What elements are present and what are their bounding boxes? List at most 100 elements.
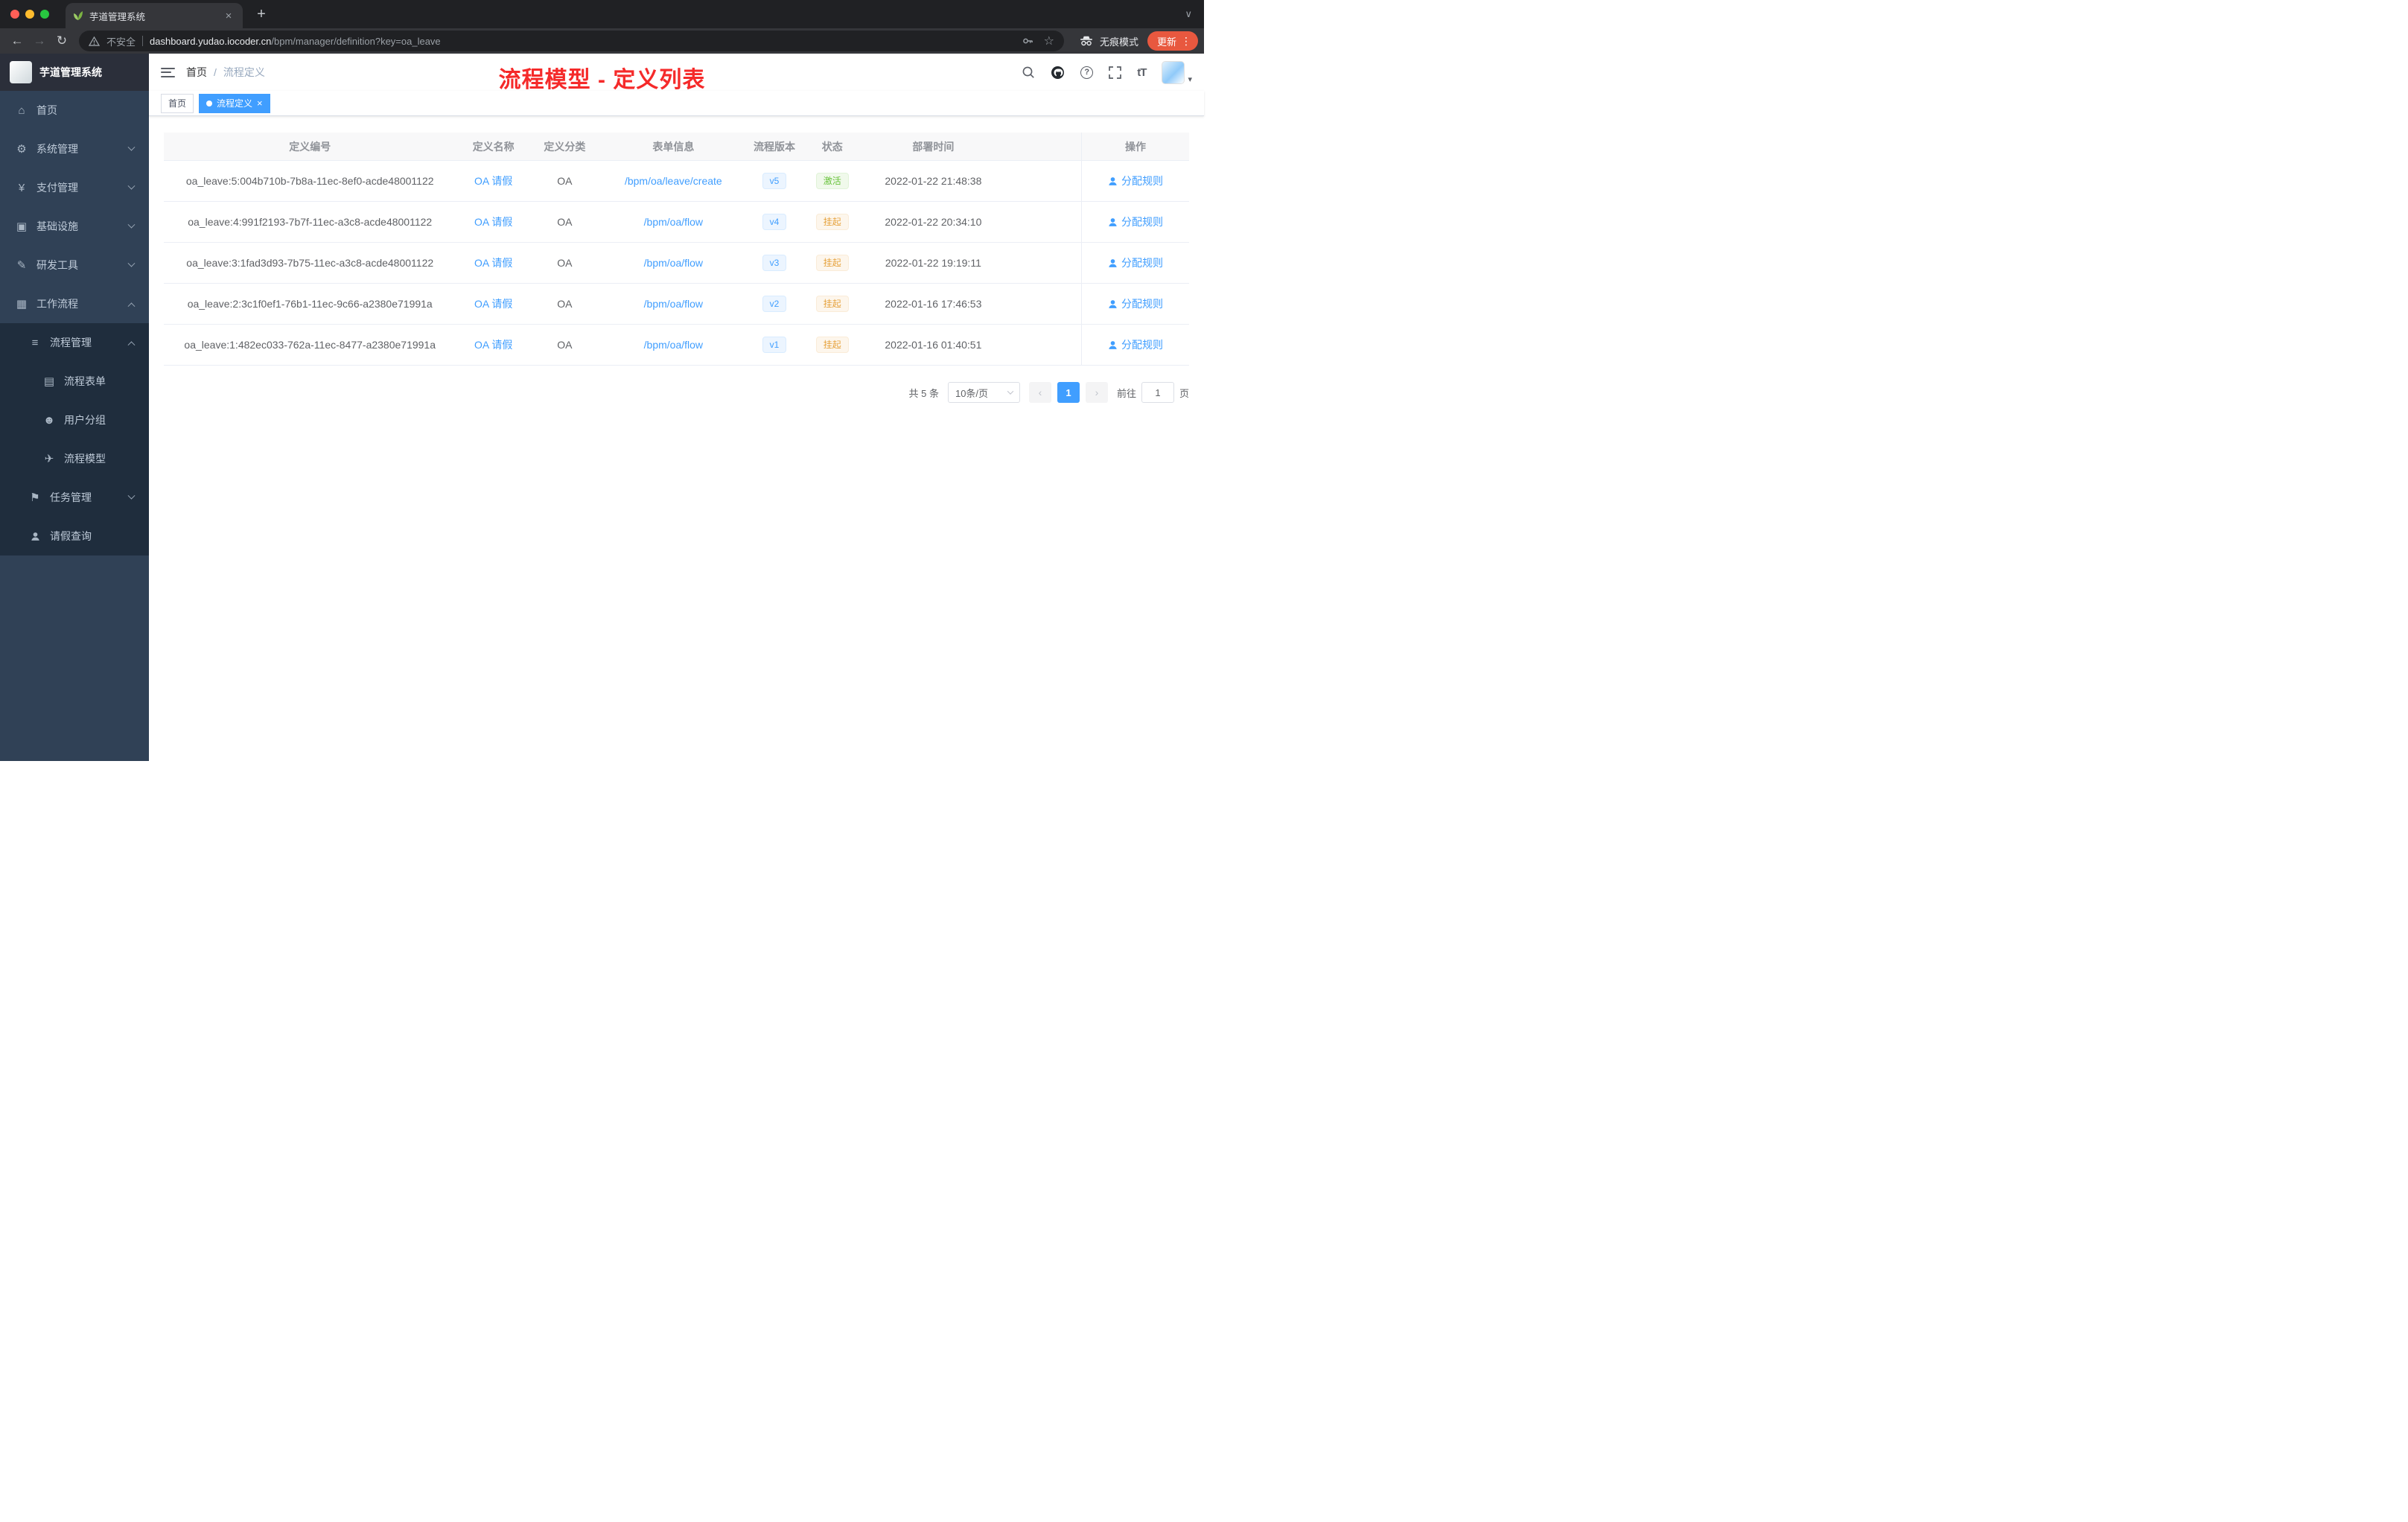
sidebar-item-task-management[interactable]: ⚑ 任务管理 [0,478,149,517]
app-title: 芋道管理系统 [39,66,102,78]
page-size-select[interactable]: 10条/页 [947,382,1020,403]
cell-deploy-time: 2022-01-22 21:48:38 [885,175,982,187]
browser-menu-icon[interactable]: ⋮ [1181,35,1191,48]
definition-name-link[interactable]: OA 请假 [474,175,512,187]
password-key-icon[interactable] [1022,35,1034,47]
breadcrumb-home[interactable]: 首页 [186,65,207,80]
new-tab-button[interactable]: + [250,6,273,23]
sidebar-item-payment-management[interactable]: ¥ 支付管理 [0,168,149,207]
chevron-down-icon [127,220,136,229]
status-badge: 挂起 [815,214,849,230]
sidebar-item-infrastructure[interactable]: ▣ 基础设施 [0,207,149,246]
breadcrumb: 首页 / 流程定义 [186,65,265,80]
fullscreen-icon[interactable] [1109,66,1122,79]
assign-rule-link[interactable]: 分配规则 [1108,173,1163,188]
assign-rule-link[interactable]: 分配规则 [1108,255,1163,270]
incognito-icon [1080,36,1092,46]
breadcrumb-separator: / [214,66,217,78]
forward-icon[interactable]: → [28,34,51,48]
sidebar-item-process-management[interactable]: ≡ 流程管理 [0,323,149,362]
github-icon[interactable] [1051,66,1065,80]
assign-rule-link[interactable]: 分配规则 [1108,337,1163,352]
tags-view-bar: 首页 流程定义 × [149,91,1204,116]
sidebar-item-system-management[interactable]: ⚙ 系统管理 [0,130,149,168]
user-menu[interactable]: ▾ [1162,60,1192,84]
person-icon [1109,217,1117,226]
definition-name-link[interactable]: OA 请假 [474,257,512,269]
col-definition-name: 定义名称 [472,140,515,153]
bookmark-star-icon[interactable]: ☆ [1044,34,1054,48]
form-info-link[interactable]: /bpm/oa/flow [644,216,703,228]
form-info-link[interactable]: /bpm/oa/flow [644,257,703,269]
tag-home[interactable]: 首页 [161,93,194,113]
prev-page-button[interactable]: ‹ [1028,382,1051,403]
update-browser-button[interactable]: 更新 ⋮ [1147,31,1198,51]
page-number-button[interactable]: 1 [1057,382,1080,403]
zoom-window-button[interactable] [40,10,49,19]
sidebar-item-dev-tools[interactable]: ✎ 研发工具 [0,246,149,284]
tag-process-definition[interactable]: 流程定义 × [199,93,270,113]
definition-name-link[interactable]: OA 请假 [474,216,512,228]
browser-tab[interactable]: 芋道管理系统 × [66,3,243,28]
cell-category: OA [557,298,573,310]
sidebar-item-process-form[interactable]: ▤ 流程表单 [0,362,149,401]
avatar[interactable] [1162,60,1185,84]
reload-icon[interactable]: ↻ [51,34,73,48]
search-icon[interactable] [1022,66,1035,79]
help-icon[interactable]: ? [1080,66,1094,79]
workflow-submenu: ≡ 流程管理 ▤ 流程表单 ☻ 用户分组 ✈ 流程模型 ⚑ 任务管理 请假查询 [0,323,149,555]
sidebar: 芋道管理系统 ⌂ 首页 ⚙ 系统管理 ¥ 支付管理 ▣ 基础设施 ✎ 研发工具 … [0,54,149,761]
security-label[interactable]: 不安全 [106,34,136,48]
sidebar-item-label: 请假查询 [50,530,92,542]
assign-rule-link[interactable]: 分配规则 [1108,214,1163,229]
chevron-up-icon [127,302,136,310]
chevron-down-icon [127,182,136,190]
tag-close-icon[interactable]: × [257,98,263,108]
tag-label: 首页 [168,98,187,109]
caret-down-icon: ▾ [1188,74,1192,84]
table-row: oa_leave:1:482ec033-762a-11ec-8477-a2380… [164,325,1189,366]
sidebar-item-user-group[interactable]: ☻ 用户分组 [0,401,149,439]
url-domain: dashboard.yudao.iocoder.cn [150,35,272,47]
status-badge: 挂起 [815,337,849,353]
tag-label: 流程定义 [217,98,253,109]
next-page-button[interactable]: › [1085,382,1108,403]
cell-deploy-time: 2022-01-22 20:34:10 [885,216,982,228]
window-controls [0,10,60,19]
sidebar-item-process-model[interactable]: ✈ 流程模型 [0,439,149,478]
cell-category: OA [557,339,573,351]
divider [142,36,144,46]
form-info-link[interactable]: /bpm/oa/leave/create [625,175,722,187]
url-text[interactable]: dashboard.yudao.iocoder.cn/bpm/manager/d… [150,36,1015,47]
goto-prefix: 前往 [1116,387,1136,399]
sidebar-item-leave-query[interactable]: 请假查询 [0,517,149,555]
version-badge: v4 [762,214,787,230]
definition-name-link[interactable]: OA 请假 [474,298,512,310]
tab-search-icon[interactable]: ∨ [1185,8,1192,20]
cell-definition-id: oa_leave:4:991f2193-7b7f-11ec-a3c8-acde4… [188,216,433,228]
assign-rule-link[interactable]: 分配规则 [1108,296,1163,311]
font-size-icon[interactable]: tT [1137,66,1147,79]
minimize-window-button[interactable] [25,10,34,19]
sidebar-item-workflow[interactable]: ▦ 工作流程 [0,284,149,323]
goto-page-input[interactable] [1141,382,1174,403]
tab-close-icon[interactable]: × [222,10,235,22]
close-window-button[interactable] [10,10,19,19]
browser-toolbar: ← → ↻ 不安全 dashboard.yudao.iocoder.cn/bpm… [0,28,1204,54]
sidebar-collapse-icon[interactable] [161,67,175,77]
address-bar[interactable]: 不安全 dashboard.yudao.iocoder.cn/bpm/manag… [79,31,1064,51]
version-badge: v5 [762,173,787,189]
url-path: /bpm/manager/definition?key=oa_leave [271,35,441,47]
form-info-link[interactable]: /bpm/oa/flow [644,339,703,351]
sidebar-item-label: 任务管理 [50,491,92,503]
table-row: oa_leave:5:004b710b-7b8a-11ec-8ef0-acde4… [164,161,1189,202]
col-definition-category: 定义分类 [544,140,586,153]
definition-name-link[interactable]: OA 请假 [474,339,512,351]
logo-avatar [10,61,32,83]
table-row: oa_leave:4:991f2193-7b7f-11ec-a3c8-acde4… [164,202,1189,243]
sidebar-item-home[interactable]: ⌂ 首页 [0,91,149,130]
form-info-link[interactable]: /bpm/oa/flow [644,298,703,310]
version-badge: v2 [762,296,787,312]
back-icon[interactable]: ← [6,34,28,48]
cell-deploy-time: 2022-01-16 01:40:51 [885,339,982,351]
